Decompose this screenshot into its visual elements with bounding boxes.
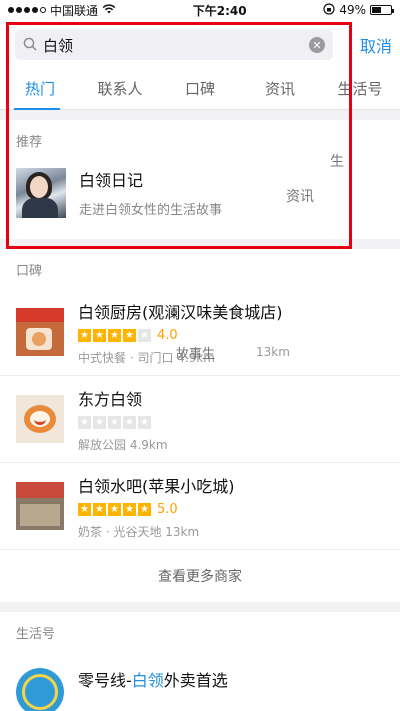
- ghost-text-life: 生: [330, 154, 344, 170]
- shop-meta: 解放公园 4.9km: [78, 437, 168, 452]
- star-icon: ★: [108, 503, 121, 516]
- orientation-lock-icon: [323, 2, 335, 18]
- shop-name: 白领厨房(观澜汉味美食城店): [78, 302, 283, 322]
- shop-name: 白领水吧(苹果小吃城): [78, 476, 235, 496]
- life-item[interactable]: 零号线-白领外卖首选: [0, 652, 400, 711]
- tab-contacts[interactable]: 联系人: [80, 70, 160, 110]
- star-icon: ★: [138, 329, 151, 342]
- ghost-text-distance: 13km: [256, 345, 290, 359]
- ghost-text-news: 资讯: [286, 189, 314, 205]
- star-icon: ★: [108, 329, 121, 342]
- recommend-title: 白领日记: [79, 171, 144, 190]
- tab-news[interactable]: 资讯: [240, 70, 320, 110]
- tab-bar: 热门 联系人 口碑 资讯 生活号: [0, 70, 400, 110]
- shop-name: 东方白领: [78, 389, 143, 409]
- status-right: 49%: [323, 2, 394, 18]
- search-input[interactable]: 白领 ✕: [15, 30, 333, 60]
- shop-item[interactable]: 东方白领 ★ ★ ★ ★ ★ 解放公园 4.9km: [0, 376, 400, 463]
- shop-item[interactable]: 白领厨房(观澜汉味美食城店) ★ ★ ★ ★ ★ 4.0 中式快餐 · 司门口 …: [0, 289, 400, 376]
- star-icon: ★: [93, 329, 106, 342]
- status-time: 下午2:40: [192, 3, 247, 18]
- star-icon: ★: [123, 329, 136, 342]
- star-icon: ★: [78, 503, 91, 516]
- star-icon: ★: [93, 503, 106, 516]
- star-rating: ★ ★ ★ ★ ★ 4.0: [78, 328, 283, 343]
- star-icon: ★: [78, 329, 91, 342]
- more-shops-link[interactable]: 查看更多商家: [0, 550, 400, 602]
- status-left: 中国联通: [8, 2, 116, 19]
- avatar: [16, 167, 66, 218]
- star-rating: ★ ★ ★ ★ ★ 5.0: [78, 502, 235, 517]
- search-query: 白领: [43, 36, 74, 55]
- shop-meta: 奶茶 · 光谷天地 13km: [78, 524, 200, 539]
- tab-hot[interactable]: 热门: [0, 70, 80, 110]
- shop-thumbnail: [16, 395, 64, 443]
- star-icon: ★: [123, 416, 136, 429]
- status-bar: 中国联通 下午2:40 49%: [0, 0, 400, 20]
- star-icon: ★: [138, 416, 151, 429]
- cancel-button[interactable]: 取消: [360, 33, 392, 57]
- shop-thumbnail: [16, 308, 64, 356]
- section-label-koubei: 口碑: [0, 249, 400, 289]
- carrier: 中国联通: [50, 3, 99, 18]
- star-icon: ★: [138, 503, 151, 516]
- star-icon: ★: [78, 416, 91, 429]
- wifi-icon: [102, 3, 116, 17]
- battery-percent: 49%: [339, 3, 366, 17]
- star-rating: ★ ★ ★ ★ ★: [78, 416, 168, 430]
- ghost-text-story: 故事生: [176, 347, 216, 362]
- life-title: 零号线-白领外卖首选: [78, 671, 228, 690]
- life-thumbnail: [16, 668, 64, 711]
- battery-icon: [369, 5, 394, 15]
- section-label-life: 生活号: [0, 612, 400, 652]
- star-icon: ★: [108, 416, 121, 429]
- shop-item[interactable]: 白领水吧(苹果小吃城) ★ ★ ★ ★ ★ 5.0 奶茶 · 光谷天地 13km: [0, 463, 400, 550]
- search-icon: [23, 36, 37, 55]
- search-header: 白领 ✕ 取消: [0, 20, 400, 70]
- rating-value: 4.0: [157, 328, 178, 343]
- star-icon: ★: [123, 503, 136, 516]
- tab-life[interactable]: 生活号: [320, 70, 400, 110]
- rating-value: 5.0: [157, 502, 178, 517]
- shop-thumbnail: [16, 482, 64, 530]
- star-icon: ★: [93, 416, 106, 429]
- tab-koubei[interactable]: 口碑: [160, 70, 240, 110]
- recommend-subtitle: 走进白领女性的生活故事: [79, 203, 223, 218]
- clear-icon[interactable]: ✕: [309, 37, 325, 53]
- signal-icon: [8, 7, 46, 13]
